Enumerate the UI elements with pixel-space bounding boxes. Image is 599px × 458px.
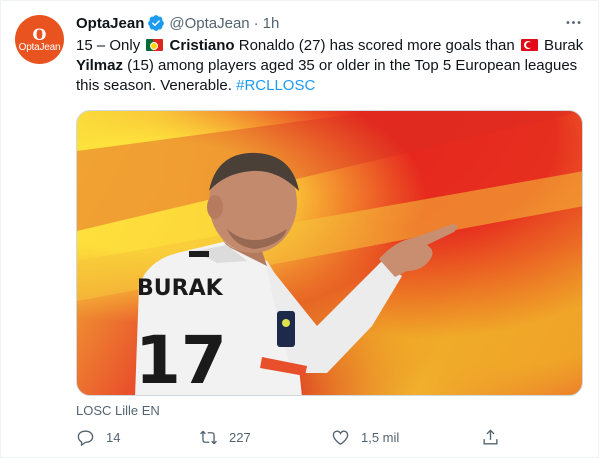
retweet-button[interactable]: 227	[199, 425, 251, 449]
retweet-icon	[200, 430, 217, 444]
avatar-mark: O	[32, 24, 47, 44]
more-icon[interactable]	[562, 11, 584, 33]
like-count: 1,5 mil	[361, 429, 400, 445]
turkey-flag-icon	[520, 39, 538, 51]
verified-icon	[147, 14, 165, 32]
action-bar: 14 227 1,5 mil	[76, 425, 506, 449]
bold-name: Yilmaz	[76, 57, 123, 74]
share-icon	[483, 428, 498, 445]
jersey-number: 17	[135, 322, 227, 396]
reply-count: 14	[106, 429, 121, 445]
tweet-card[interactable]: O OptaJean OptaJean @OptaJean · 1h 15 – …	[0, 0, 599, 458]
tweet-text-segment: Burak	[539, 37, 584, 54]
like-button[interactable]: 1,5 mil	[331, 425, 399, 449]
tweet-text-segment: (15) among players aged 35 or older in t…	[76, 57, 578, 94]
timestamp[interactable]: 1h	[263, 15, 280, 32]
bold-name: Cristiano	[165, 37, 235, 54]
retweet-count: 227	[229, 429, 251, 445]
jersey-name: BURAK	[137, 276, 224, 301]
player-photo: BURAK 17	[77, 111, 582, 396]
portugal-flag-icon	[146, 39, 164, 51]
like-icon	[332, 429, 349, 445]
handle[interactable]: @OptaJean	[169, 15, 249, 32]
tweet-photo[interactable]: BURAK 17	[76, 110, 583, 396]
avatar-brand: OptaJean	[18, 41, 61, 53]
hashtag-link[interactable]: #RCLLOSC	[236, 77, 315, 94]
share-button[interactable]	[481, 425, 500, 449]
reply-button[interactable]: 14	[76, 425, 120, 449]
tweet-text-segment: Ronaldo (27) has scored more goals than	[234, 37, 519, 54]
media-source[interactable]: LOSC Lille EN	[76, 403, 160, 418]
tweet-header: OptaJean @OptaJean · 1h	[76, 12, 279, 34]
reply-icon	[77, 429, 94, 446]
separator-dot: ·	[253, 14, 259, 32]
display-name[interactable]: OptaJean	[76, 15, 144, 32]
tweet-text: 15 – Only Cristiano Ronaldo (27) has sco…	[76, 36, 584, 96]
tweet-text-segment: 15 – Only	[76, 37, 145, 54]
avatar[interactable]: O OptaJean	[15, 15, 64, 64]
